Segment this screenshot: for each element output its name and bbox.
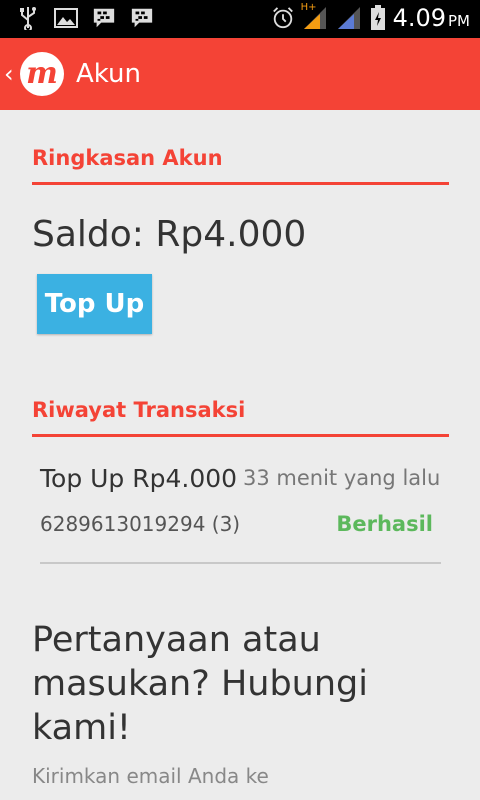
signal-icon: H+ <box>301 2 329 30</box>
back-chevron-icon[interactable]: ‹ <box>4 62 16 86</box>
section-divider <box>32 182 449 185</box>
battery-icon <box>369 5 387 30</box>
page-title: Akun <box>76 59 141 89</box>
topup-button[interactable]: Top Up <box>37 274 152 334</box>
usb-icon <box>16 6 40 30</box>
list-divider <box>40 562 441 564</box>
account-summary-heading: Ringkasan Akun <box>32 146 223 170</box>
app-logo[interactable]: m <box>20 52 64 96</box>
transaction-history-heading: Riwayat Transaksi <box>32 398 246 422</box>
status-bar: H+ 4.09 PM <box>0 0 480 38</box>
status-bar-right: H+ 4.09 PM <box>271 2 470 32</box>
alarm-icon <box>271 6 295 30</box>
network-type-label: H+ <box>300 2 317 13</box>
transaction-title: Top Up Rp4.000 <box>40 464 238 493</box>
section-divider <box>32 434 449 437</box>
image-icon <box>54 6 78 30</box>
transaction-time: 33 menit yang lalu <box>243 466 441 490</box>
status-time: 4.09 PM <box>392 4 470 32</box>
transaction-number: 6289613019294 (3) <box>40 512 241 536</box>
bbm-icon <box>92 6 116 30</box>
app-bar: ‹ m Akun <box>0 38 480 110</box>
signal-icon <box>335 6 363 30</box>
transaction-status: Berhasil <box>336 512 433 536</box>
contact-heading: Pertanyaan atau masukan? Hubungi kami! <box>32 620 368 748</box>
contact-subtext: Kirimkan email Anda ke <box>32 764 269 788</box>
balance-label: Saldo: Rp4.000 <box>32 214 307 255</box>
status-bar-left <box>16 6 154 30</box>
bbm-icon <box>130 6 154 30</box>
